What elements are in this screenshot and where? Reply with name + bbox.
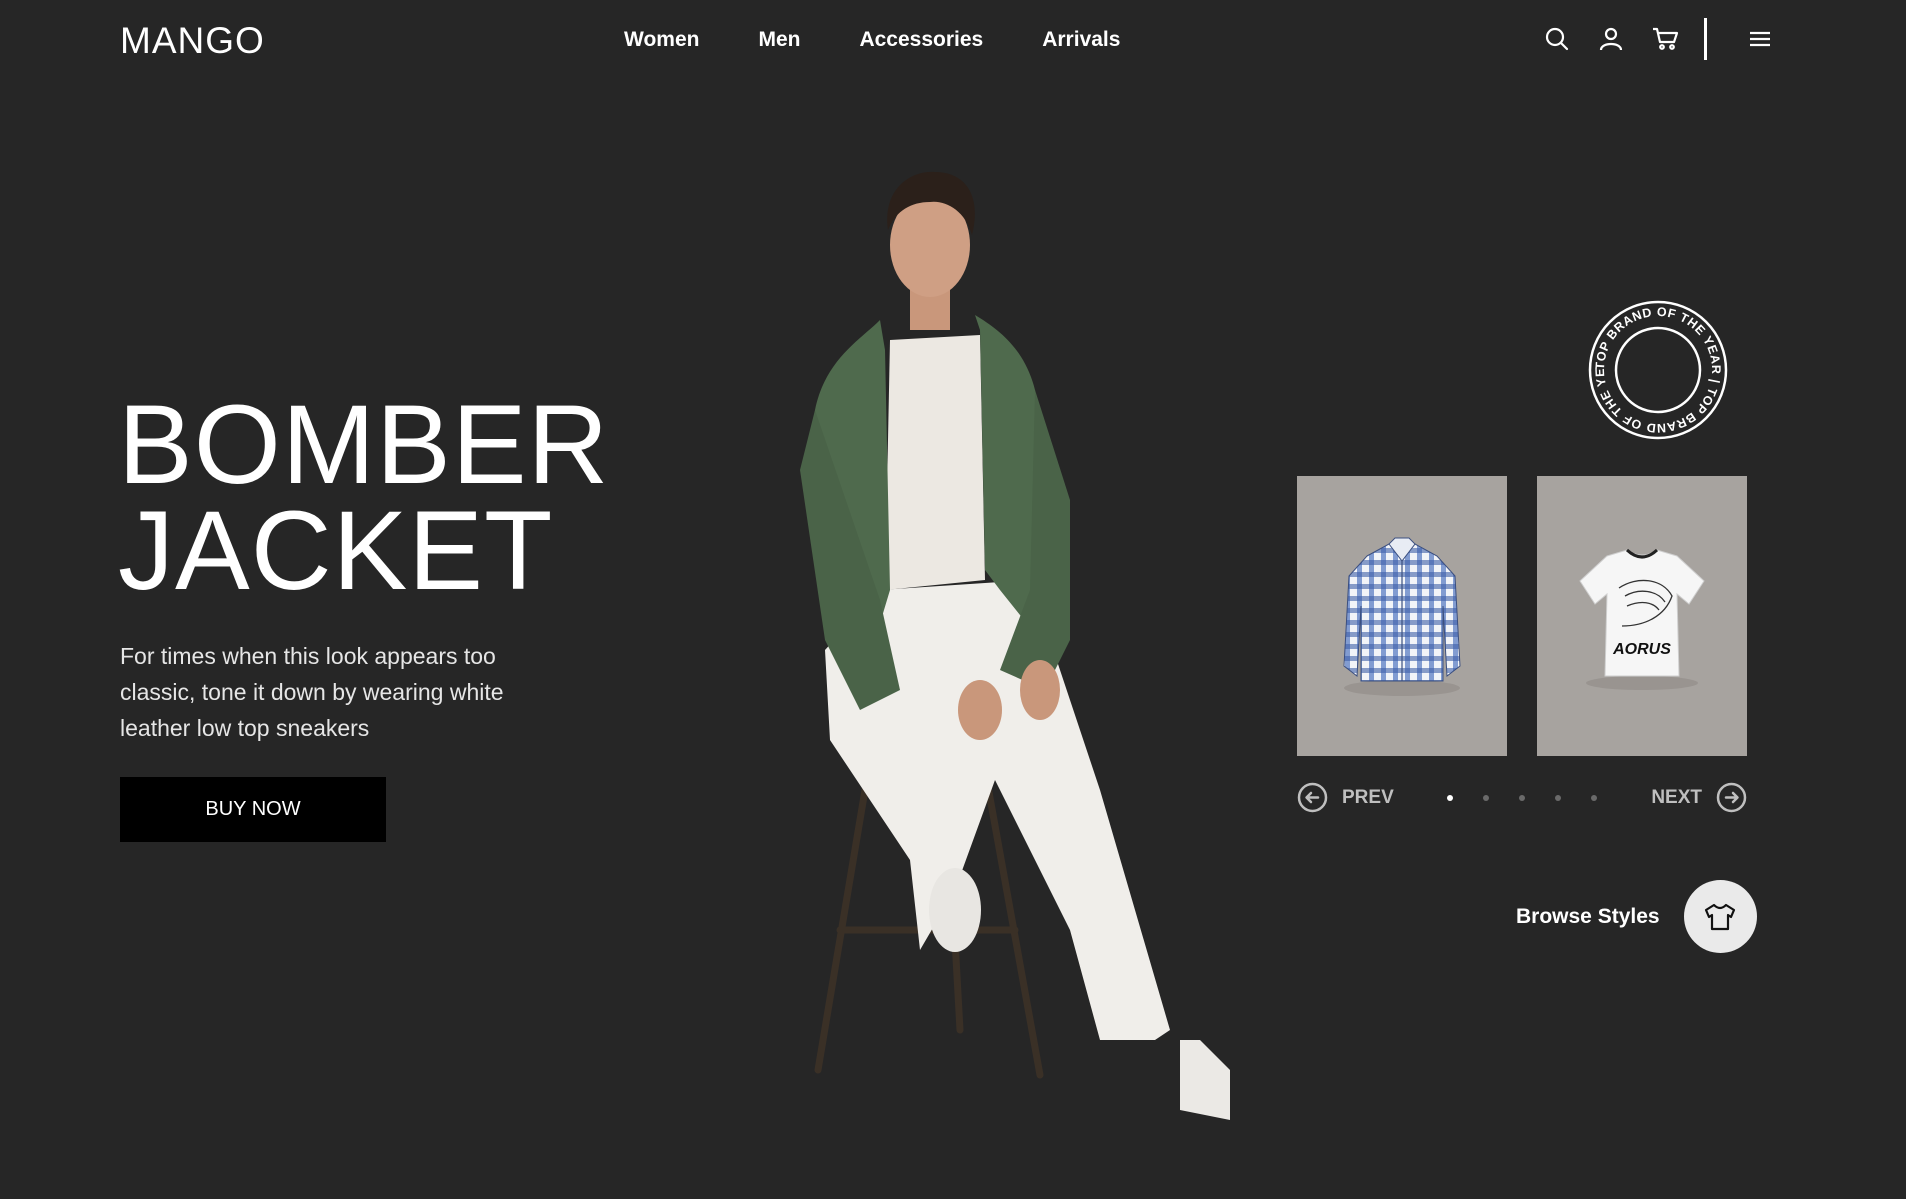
carousel-dots — [1447, 795, 1627, 801]
nav-item-men[interactable]: Men — [758, 28, 800, 52]
plaid-shirt-image — [1343, 537, 1461, 696]
top-brand-badge: TOP BRAND OF THE YEAR | TOP BRAND OF THE… — [1588, 300, 1728, 440]
cart-icon[interactable] — [1648, 22, 1682, 56]
carousel-dot-3[interactable] — [1519, 795, 1525, 801]
hero-title-line2: JACKET — [118, 488, 554, 613]
model-image — [800, 171, 1230, 1120]
browse-styles-button[interactable] — [1683, 880, 1757, 953]
next-label: NEXT — [1651, 786, 1702, 808]
arrow-left-icon — [1297, 782, 1328, 813]
carousel-dot-1[interactable] — [1447, 795, 1453, 801]
buy-now-button[interactable]: BUY NOW — [120, 777, 386, 842]
hero-title-line1: BOMBER — [118, 382, 610, 507]
site-header: MANGO Women Men Accessories Arrivals — [0, 0, 1906, 84]
hero-title: BOMBER JACKET — [118, 382, 610, 613]
tshirt-print-text: AORUS — [1612, 641, 1671, 658]
nav-item-women[interactable]: Women — [624, 28, 699, 52]
arrow-right-icon — [1716, 782, 1747, 813]
main-nav: Women Men Accessories Arrivals — [624, 28, 1179, 52]
carousel-dot-5[interactable] — [1591, 795, 1597, 801]
search-icon[interactable] — [1540, 22, 1574, 56]
tshirt-icon — [1704, 903, 1736, 930]
product-card-graphic-tshirt[interactable]: AORUS — [1537, 476, 1747, 756]
header-divider — [1704, 18, 1707, 60]
product-card-plaid-shirt[interactable] — [1297, 476, 1507, 756]
browse-styles-label: Browse Styles — [1516, 904, 1660, 928]
brand-logo[interactable]: MANGO — [120, 20, 265, 62]
header-actions — [1540, 18, 1777, 60]
nav-item-accessories[interactable]: Accessories — [859, 28, 983, 52]
carousel-pager: PREV NEXT — [1297, 780, 1747, 814]
carousel-dot-2[interactable] — [1483, 795, 1489, 801]
carousel-dot-4[interactable] — [1555, 795, 1561, 801]
prev-button[interactable]: PREV — [1297, 782, 1394, 813]
nav-item-arrivals[interactable]: Arrivals — [1042, 28, 1120, 52]
next-button[interactable]: NEXT — [1651, 782, 1747, 813]
prev-label: PREV — [1342, 786, 1394, 808]
browse-styles: Browse Styles — [1516, 880, 1757, 953]
hero-description: For times when this look appears too cla… — [120, 643, 504, 741]
menu-icon[interactable] — [1743, 22, 1777, 56]
user-icon[interactable] — [1594, 22, 1628, 56]
graphic-tshirt-image: AORUS — [1579, 548, 1705, 690]
